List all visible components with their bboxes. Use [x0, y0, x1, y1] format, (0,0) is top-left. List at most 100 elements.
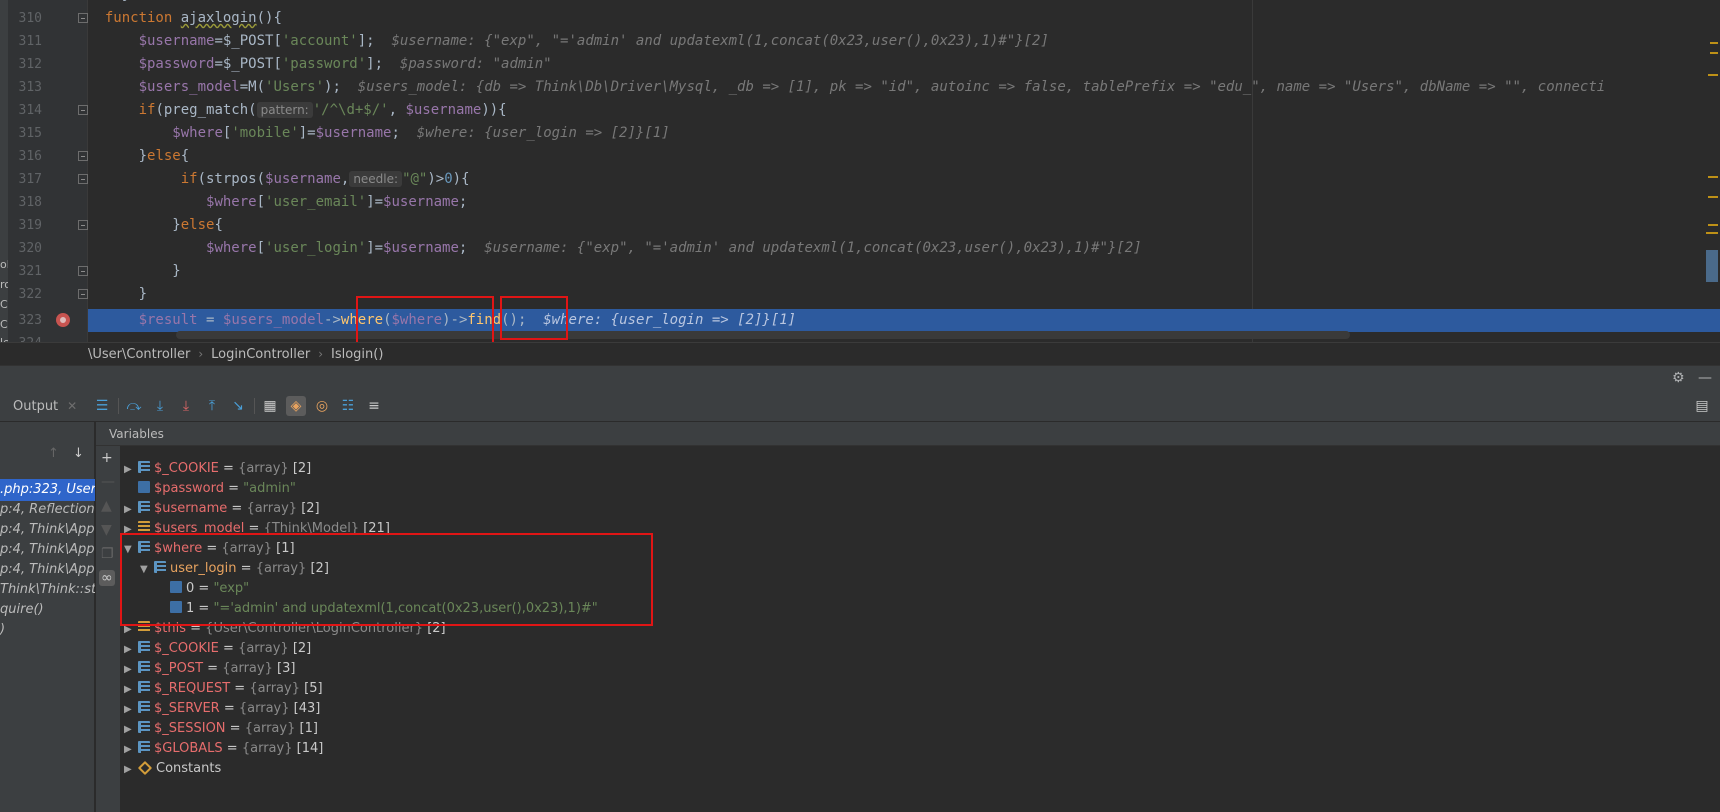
gutter-line[interactable]: 320: [8, 237, 87, 260]
stack-frame[interactable]: Think\Think::st: [0, 579, 95, 601]
stack-frame[interactable]: quire(): [0, 599, 95, 621]
sort-list-icon[interactable]: ☷: [338, 396, 358, 416]
down-icon[interactable]: ▼: [101, 522, 112, 538]
breadcrumb-namespace[interactable]: \User\Controller: [88, 347, 190, 362]
close-icon[interactable]: ✕: [67, 399, 77, 413]
minimize-icon[interactable]: —: [1698, 371, 1712, 385]
gutter-line[interactable]: 323: [8, 309, 87, 332]
run-to-cursor-icon[interactable]: ↘: [228, 396, 248, 416]
variable-row[interactable]: ▶ $_COOKIE = {array} [2]: [120, 458, 311, 480]
watch-icon[interactable]: ◎: [312, 396, 332, 416]
gutter-line[interactable]: 318: [8, 191, 87, 214]
gutter-line[interactable]: 317: [8, 168, 88, 191]
code-line-319[interactable]: }else{: [88, 214, 1720, 237]
fold-icon[interactable]: [78, 220, 88, 230]
fold-icon[interactable]: [78, 266, 88, 276]
gutter-line[interactable]: 314: [8, 99, 88, 122]
project-tree-fragment[interactable]: Co: [0, 298, 8, 311]
variable-value: "admin": [243, 481, 296, 496]
code-line-310[interactable]: function ajaxlogin(){: [88, 7, 1720, 30]
gutter-line[interactable]: 324: [8, 332, 87, 342]
arrow-up-icon[interactable]: ↑: [48, 446, 59, 461]
stripe-mark: [1708, 74, 1718, 76]
evaluate-expression-icon[interactable]: ▦: [260, 396, 280, 416]
code-line-321[interactable]: }: [88, 260, 1720, 283]
variable-row[interactable]: ▶ $_SESSION = {array} [1]: [120, 718, 318, 740]
gutter-line[interactable]: 316: [8, 145, 88, 168]
code-line-315[interactable]: $where['mobile']=$username; $where: {use…: [88, 122, 1720, 145]
step-into-icon[interactable]: ⤓: [150, 396, 170, 416]
variable-row[interactable]: ▶ $GLOBALS = {array} [14]: [120, 738, 323, 760]
code-area[interactable]: } function ajaxlogin(){ $username=$_POST…: [88, 0, 1720, 342]
gutter-line[interactable]: 307: [8, 0, 87, 7]
error-stripe[interactable]: [1706, 0, 1720, 342]
parameter-hint: pattern:: [256, 102, 313, 118]
editor-gutter[interactable]: 307 310 311 312 313 314 315 316 317 318 319 320 321 3…: [8, 0, 88, 342]
gutter-line[interactable]: 310: [8, 7, 88, 30]
fold-icon[interactable]: [78, 151, 88, 161]
code-line-307[interactable]: }: [88, 0, 1720, 7]
gutter-line[interactable]: 311: [8, 30, 87, 53]
tab-output[interactable]: Output ✕: [0, 390, 77, 422]
code-line-313[interactable]: $users_model=M('Users'); $users_model: {…: [88, 76, 1720, 99]
stack-frame[interactable]: p:4, Think\App: [0, 519, 95, 541]
horizontal-scrollbar[interactable]: [176, 331, 1350, 339]
add-list-icon[interactable]: ≡: [364, 396, 384, 416]
fold-icon[interactable]: [78, 174, 88, 184]
code-line-317[interactable]: if(strpos($username, needle: "@")>0){: [88, 168, 1720, 191]
step-over-icon[interactable]: ⤼: [124, 396, 144, 416]
variable-row[interactable]: ▶ $username = {array} [2]: [120, 498, 320, 520]
code-line-316[interactable]: }else{: [88, 145, 1720, 168]
code-line-323-current[interactable]: $result = $users_model->where($where)->f…: [88, 309, 1720, 332]
inline-debug-value: $users_model: {db => Think\Db\Driver\Mys…: [357, 79, 1606, 95]
variable-row[interactable]: ▶ Constants: [120, 758, 221, 780]
variable-row[interactable]: $password = "admin": [120, 478, 296, 500]
variable-row[interactable]: ▶ $_POST = {array} [3]: [120, 658, 295, 680]
code-line-311[interactable]: $username=$_POST['account']; $username: …: [88, 30, 1720, 53]
fold-icon[interactable]: [78, 105, 88, 115]
project-tree-fragment[interactable]: ro: [0, 278, 8, 291]
up-icon[interactable]: ▲: [101, 498, 112, 514]
code-line-312[interactable]: $password=$_POST['password']; $password:…: [88, 53, 1720, 76]
minus-icon[interactable]: —: [101, 474, 115, 490]
variable-row[interactable]: ▶ $_COOKIE = {array} [2]: [120, 638, 311, 660]
step-out-icon[interactable]: ⤒: [202, 396, 222, 416]
stack-frame[interactable]: p:4, Think\App: [0, 539, 95, 561]
project-tree-fragment[interactable]: Ce: [0, 318, 8, 331]
plus-icon[interactable]: +: [101, 450, 113, 466]
stack-frame[interactable]: .php:323, User: [0, 479, 95, 501]
variable-row[interactable]: ▶ $_SERVER = {array} [43]: [120, 698, 320, 720]
parameter-hint: needle:: [349, 171, 403, 187]
variable-row[interactable]: ▶ $_REQUEST = {array} [5]: [120, 678, 323, 700]
fold-icon[interactable]: [78, 13, 88, 23]
gutter-line[interactable]: 321: [8, 260, 88, 283]
arrow-down-icon[interactable]: ↓: [73, 446, 84, 461]
stack-frame[interactable]: p:4, Think\App: [0, 559, 95, 581]
variable-name: $_SERVER: [154, 701, 220, 716]
code-editor[interactable]: olroCoCele 30731031131231331431531631731…: [0, 0, 1720, 342]
expand-arrow-icon[interactable]: ▶: [124, 759, 138, 781]
layout-icon[interactable]: ▤: [1692, 396, 1712, 416]
project-tree-fragment[interactable]: ol: [0, 258, 8, 271]
stack-frame[interactable]: ): [0, 619, 95, 641]
force-step-into-icon[interactable]: ⤓: [176, 396, 196, 416]
show-execution-point-icon[interactable]: ☰: [92, 396, 112, 416]
gear-icon[interactable]: ⚙: [1672, 371, 1685, 385]
copy-icon[interactable]: ❐: [101, 546, 114, 562]
gutter-line[interactable]: 319: [8, 214, 88, 237]
gutter-line[interactable]: 322: [8, 283, 88, 306]
breadcrumb-class[interactable]: LoginController: [211, 347, 310, 362]
breadcrumb-method[interactable]: Islogin(): [331, 347, 383, 362]
gutter-line[interactable]: 312: [8, 53, 87, 76]
stack-frame[interactable]: p:4, Reflection: [0, 499, 95, 521]
code-line-314[interactable]: if(preg_match(pattern: '/^\d+$/', $userna…: [88, 99, 1720, 122]
fold-icon[interactable]: [78, 289, 88, 299]
breakpoint-icon[interactable]: [56, 313, 70, 327]
code-line-318[interactable]: $where['user_email']=$username;: [88, 191, 1720, 214]
code-line-322[interactable]: }: [88, 283, 1720, 306]
gutter-line[interactable]: 313: [8, 76, 87, 99]
code-line-320[interactable]: $where['user_login']=$username; $usernam…: [88, 237, 1720, 260]
gutter-line[interactable]: 315: [8, 122, 87, 145]
glasses-icon[interactable]: ∞: [99, 570, 115, 586]
show-values-inline-icon[interactable]: ◈: [286, 396, 306, 416]
